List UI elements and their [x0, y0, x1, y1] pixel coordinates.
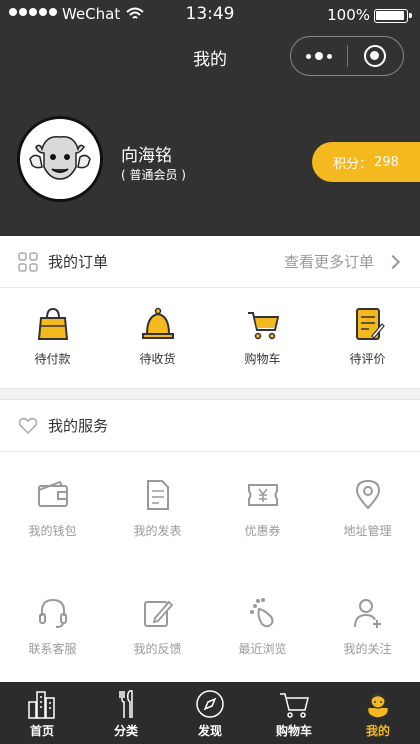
battery-percentage: 100%: [327, 6, 370, 24]
review-note-icon: [355, 307, 385, 340]
coupon-icon: [247, 484, 278, 506]
service-address[interactable]: 地址管理: [315, 452, 420, 570]
target-circle-icon: [364, 45, 387, 67]
order-item-label: 购物车: [244, 351, 281, 366]
document-icon: [146, 480, 169, 510]
tab-home[interactable]: 首页: [0, 682, 84, 744]
orders-header[interactable]: 我的订单 查看更多订单: [0, 236, 420, 288]
heart-icon: [18, 417, 38, 434]
order-status-row: 待付款 待收货 购物车 待评价: [0, 288, 420, 384]
close-program-button[interactable]: [347, 45, 403, 67]
grid-icon: [18, 251, 38, 272]
avatar[interactable]: [17, 116, 103, 202]
service-label: 最近浏览: [238, 642, 287, 656]
service-feedback[interactable]: 我的反馈: [105, 570, 210, 688]
user-profile-icon: [367, 693, 389, 719]
tab-mine[interactable]: 我的: [336, 682, 420, 744]
cartoon-face-icon: [20, 119, 100, 199]
battery-icon: [374, 9, 412, 23]
status-bar: WeChat 13:49 100%: [0, 0, 420, 30]
service-label: 优惠券: [244, 524, 281, 538]
tab-label: 分类: [113, 724, 138, 738]
wallet-icon: [37, 480, 68, 507]
services-title: 我的服务: [48, 417, 109, 435]
order-cart[interactable]: 购物车: [210, 306, 315, 367]
feedback-edit-icon: [143, 600, 173, 627]
service-following[interactable]: 我的关注: [315, 570, 420, 688]
user-add-icon: [353, 599, 381, 628]
points-label: 积分：: [333, 156, 373, 172]
service-label: 我的钱包: [28, 524, 77, 538]
services-header: 我的服务: [0, 400, 420, 452]
tab-label: 首页: [29, 724, 54, 738]
order-item-label: 待付款: [34, 351, 71, 366]
chevron-right-icon: [385, 254, 401, 269]
headset-icon: [38, 598, 67, 628]
service-label: 我的关注: [343, 642, 392, 656]
tab-label: 发现: [197, 724, 222, 738]
location-icon: [355, 479, 380, 510]
bottom-tab-bar: 首页 分类 发现 购物车 我的: [0, 682, 420, 744]
tab-discover[interactable]: 发现: [168, 682, 252, 744]
navigation-bar: 我的: [0, 30, 420, 84]
service-wallet[interactable]: 我的钱包: [0, 452, 105, 570]
service-coupons[interactable]: 优惠券: [210, 452, 315, 570]
order-pending-payment[interactable]: 待付款: [0, 306, 105, 367]
profile-header: 向海铭 ( 普通会员 ) 积分： 298: [0, 84, 420, 236]
buildings-icon: [28, 691, 55, 719]
orders-section: 我的订单 查看更多订单 待付款 待收货 购物车 待评价: [0, 236, 420, 388]
section-divider: [0, 388, 420, 400]
more-dots-icon: [305, 53, 311, 59]
service-label: 我的发表: [133, 524, 182, 538]
tab-label: 我的: [365, 724, 390, 738]
view-more-orders-link[interactable]: 查看更多订单: [284, 251, 374, 272]
service-label: 我的反馈: [133, 642, 182, 656]
services-grid: 我的钱包 我的发表 优惠券 地址管理 联系客服 我的反馈 最近浏览 我的关注: [0, 452, 420, 688]
tab-cart[interactable]: 购物车: [252, 682, 336, 744]
orders-title: 我的订单: [48, 253, 109, 271]
points-value: 298: [374, 154, 399, 170]
mini-program-capsule: [290, 36, 404, 76]
service-recently-viewed[interactable]: 最近浏览: [210, 570, 315, 688]
cart-icon: [247, 311, 279, 339]
tab-category[interactable]: 分类: [84, 682, 168, 744]
fork-knife-icon: [119, 690, 133, 718]
service-label: 地址管理: [343, 524, 392, 538]
service-label: 联系客服: [28, 642, 77, 656]
points-badge[interactable]: 积分： 298: [312, 142, 420, 182]
more-options-button[interactable]: [291, 52, 347, 60]
compass-icon: [196, 690, 224, 718]
service-customer-support[interactable]: 联系客服: [0, 570, 105, 688]
tab-label: 购物车: [275, 724, 312, 738]
order-pending-review[interactable]: 待评价: [315, 306, 420, 367]
footprint-icon: [249, 598, 273, 628]
cart-icon: [280, 693, 309, 718]
services-section: 我的服务 我的钱包 我的发表 优惠券 地址管理 联系客服 我的反馈 最近浏览 我…: [0, 400, 420, 682]
user-name: 向海铭: [121, 146, 172, 166]
bell-icon: [141, 307, 174, 339]
shopping-bag-icon: [37, 307, 68, 340]
order-item-label: 待收货: [139, 351, 176, 366]
order-item-label: 待评价: [349, 351, 386, 366]
member-level: ( 普通会员 ): [121, 168, 186, 182]
order-pending-receipt[interactable]: 待收货: [105, 306, 210, 367]
service-posts[interactable]: 我的发表: [105, 452, 210, 570]
